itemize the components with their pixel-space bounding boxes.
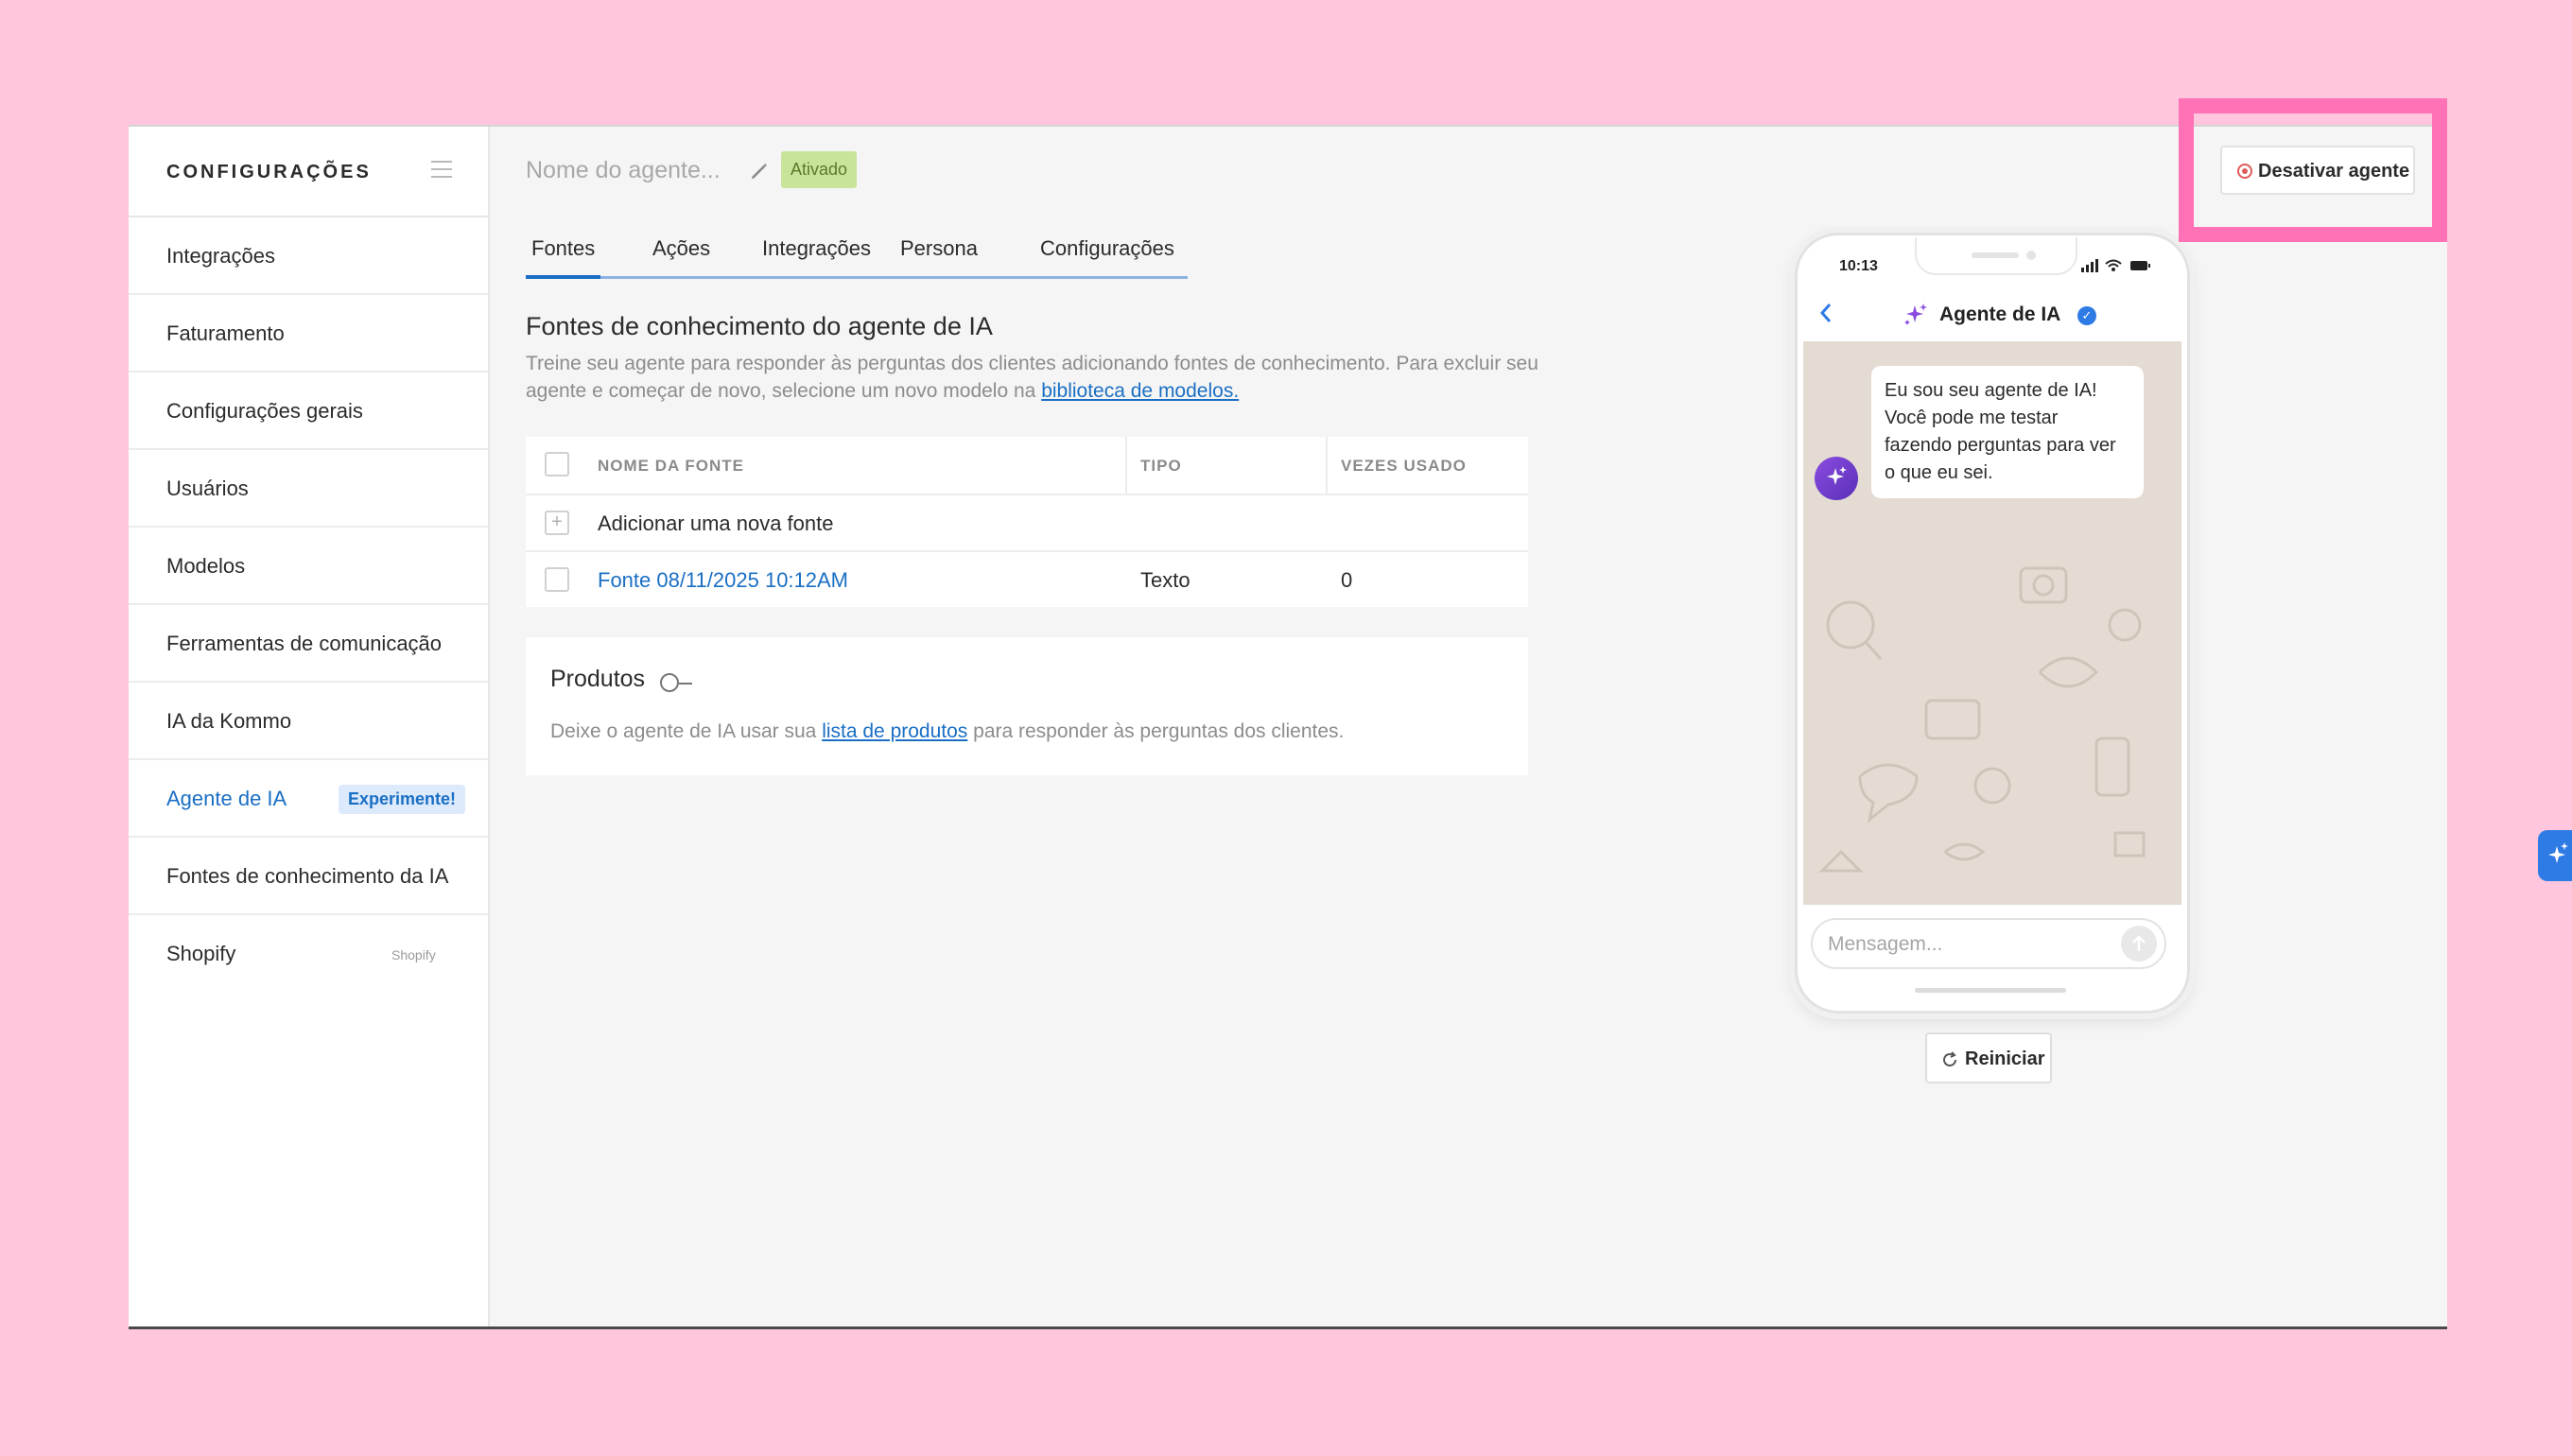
tab-bar: Fontes Ações Integrações Persona Configu… [525, 236, 1188, 279]
products-title: Produtos [550, 666, 646, 692]
refresh-icon [1943, 1051, 1956, 1066]
products-toggle[interactable] [660, 673, 694, 694]
app-window: CONFIGURAÇÕES Integrações Faturamento Co… [129, 125, 2572, 1329]
row-checkbox[interactable] [545, 567, 569, 592]
section-title: Fontes de conhecimento do agente de IA [526, 312, 993, 340]
products-description-text-end: para responder às perguntas dos clientes… [967, 720, 1345, 742]
column-divider [1125, 437, 1127, 494]
ai-assistant-tab[interactable] [2538, 830, 2572, 881]
message-input[interactable]: Mensagem... [1811, 918, 2166, 969]
agent-name-field[interactable]: Nome do agente... [526, 157, 721, 184]
message-input-placeholder: Mensagem... [1828, 933, 1943, 955]
tab-fontes[interactable]: Fontes [525, 236, 601, 279]
section-description-text: Treine seu agente para responder às perg… [526, 353, 1538, 402]
sidebar-item-label: Faturamento [166, 321, 285, 345]
sidebar-item-ia-kommo[interactable]: IA da Kommo [129, 683, 488, 760]
sidebar-item-label: Usuários [166, 477, 249, 500]
sidebar-item-usuarios[interactable]: Usuários [129, 450, 488, 528]
stop-record-icon [2237, 164, 2252, 179]
column-divider [1326, 437, 1328, 494]
column-header-used[interactable]: VEZES USADO [1341, 457, 1467, 476]
model-library-link[interactable]: biblioteca de modelos. [1041, 380, 1239, 402]
sidebar-item-faturamento[interactable]: Faturamento [129, 295, 488, 373]
sidebar-item-ferramentas-comunicacao[interactable]: Ferramentas de comunicação [129, 605, 488, 683]
restart-label: Reiniciar [1965, 1049, 2045, 1069]
phone-notch [1915, 237, 2077, 275]
sidebar-item-label: Shopify [166, 942, 236, 965]
toggle-track [679, 683, 692, 685]
products-description-text: Deixe o agente de IA usar sua [550, 720, 823, 742]
sidebar-item-label: Integrações [166, 244, 275, 268]
send-arrow-icon [2132, 935, 2146, 951]
sources-table: NOME DA FONTE TIPO VEZES USADO + Adicion… [526, 437, 1528, 607]
products-card: Produtos Deixe o agente de IA usar sua l… [526, 637, 1528, 775]
ai-sparkle-icon [1904, 303, 1927, 325]
status-badge: Ativado [781, 151, 858, 188]
table-row[interactable]: Fonte 08/11/2025 10:12AM Texto 0 [526, 552, 1528, 607]
chat-header: Agente de IA ✓ [1798, 288, 2187, 339]
edit-pencil-icon[interactable] [749, 161, 770, 182]
sidebar-item-label: Fontes de conhecimento da IA [166, 864, 449, 888]
shopify-logo-text: Shopify [391, 947, 436, 962]
home-indicator [1915, 988, 2066, 993]
tab-persona[interactable]: Persona [900, 236, 978, 276]
send-button[interactable] [2121, 926, 2157, 962]
sidebar-item-shopify[interactable]: Shopify Shopify [129, 915, 488, 991]
products-description: Deixe o agente de IA usar sua lista de p… [550, 720, 1344, 743]
chat-preview-phone: 10:13 Agente de IA ✓ Eu sou seu agente d… [1795, 233, 2190, 1014]
sidebar-item-modelos[interactable]: Modelos [129, 528, 488, 605]
settings-sidebar: CONFIGURAÇÕES Integrações Faturamento Co… [129, 127, 490, 1326]
product-list-link[interactable]: lista de produtos [822, 720, 967, 742]
sidebar-title: CONFIGURAÇÕES [166, 162, 372, 182]
tab-configuracoes[interactable]: Configurações [1040, 236, 1174, 276]
bot-message-bubble: Eu sou seu agente de IA! Você pode me te… [1871, 366, 2144, 498]
sidebar-item-label: Ferramentas de comunicação [166, 632, 443, 655]
restart-button[interactable]: Reiniciar [1925, 1032, 2052, 1083]
sidebar-item-label: Configurações gerais [166, 399, 363, 423]
bot-avatar [1815, 457, 1858, 500]
phone-status-icons [2081, 259, 2150, 272]
chat-title: Agente de IA [1939, 303, 2061, 325]
ai-sparkle-icon [1827, 466, 1847, 485]
phone-clock: 10:13 [1839, 258, 1878, 274]
sidebar-item-configuracoes-gerais[interactable]: Configurações gerais [129, 373, 488, 450]
deactivate-agent-label: Desativar agente [2258, 161, 2410, 182]
column-header-name[interactable]: NOME DA FONTE [598, 457, 744, 476]
tab-integracoes[interactable]: Integrações [762, 236, 871, 276]
source-type: Texto [1140, 568, 1190, 592]
sidebar-item-agente-ia[interactable]: Agente de IA Experimente! [129, 760, 488, 838]
source-name-link[interactable]: Fonte 08/11/2025 10:12AM [598, 568, 848, 593]
toggle-knob [660, 673, 679, 692]
ai-sparkle-icon [2548, 842, 2568, 863]
sidebar-item-label: Modelos [166, 554, 246, 578]
sidebar-item-integracoes[interactable]: Integrações [129, 217, 488, 295]
add-source-row[interactable]: + Adicionar uma nova fonte [526, 495, 1528, 552]
table-header-row: NOME DA FONTE TIPO VEZES USADO [526, 437, 1528, 495]
source-usage-count: 0 [1341, 568, 1353, 592]
add-source-label[interactable]: Adicionar uma nova fonte [598, 511, 834, 536]
sidebar-item-fontes-conhecimento[interactable]: Fontes de conhecimento da IA [129, 838, 488, 915]
chat-messages-area: Eu sou seu agente de IA! Você pode me te… [1803, 341, 2181, 905]
add-icon[interactable]: + [545, 511, 569, 535]
sidebar-header: CONFIGURAÇÕES [129, 127, 488, 217]
experiment-badge: Experimente! [339, 785, 466, 814]
sidebar-item-label: IA da Kommo [166, 709, 292, 733]
back-arrow-icon[interactable] [1816, 300, 1835, 326]
deactivate-agent-button[interactable]: Desativar agente [2220, 146, 2415, 195]
tab-acoes[interactable]: Ações [652, 236, 710, 276]
section-description: Treine seu agente para responder às perg… [526, 350, 1547, 405]
verified-check-icon: ✓ [2077, 306, 2096, 325]
sidebar-item-label: Agente de IA [166, 787, 287, 810]
select-all-checkbox[interactable] [545, 452, 569, 477]
hamburger-menu-icon[interactable] [431, 161, 452, 178]
column-header-type[interactable]: TIPO [1140, 457, 1182, 476]
